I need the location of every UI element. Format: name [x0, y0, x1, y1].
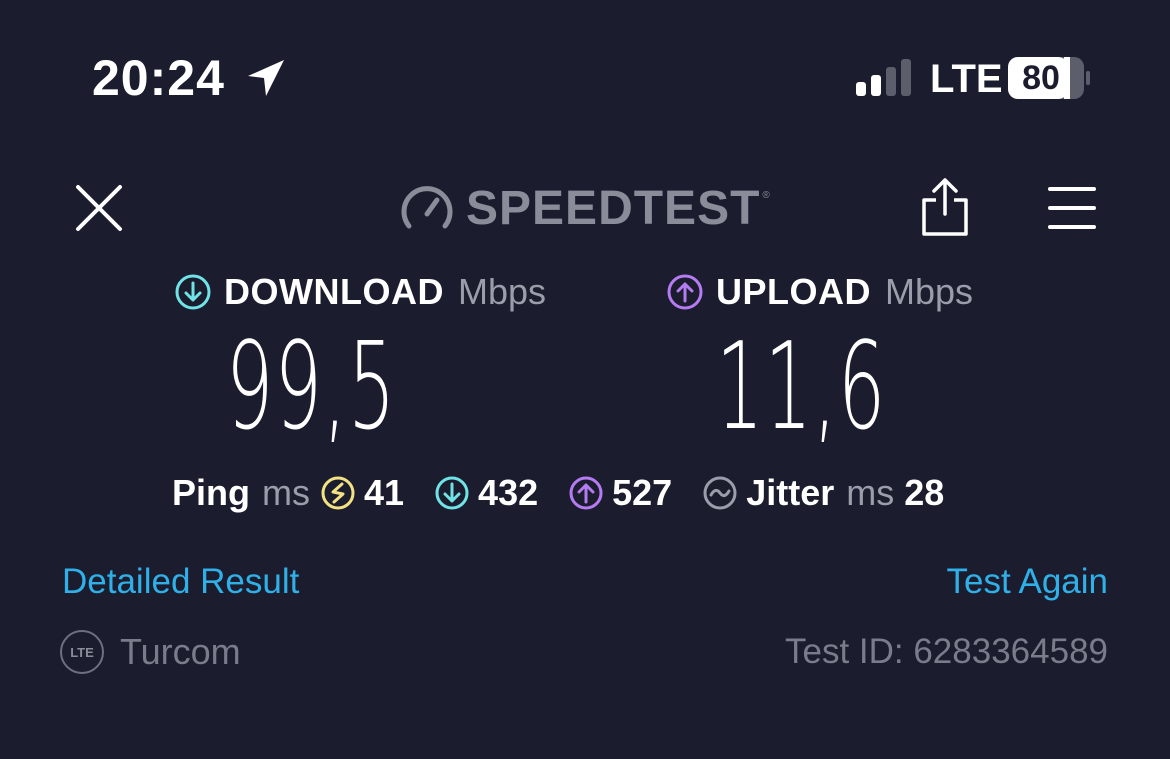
- speedtest-logo: SPEEDTEST ®: [400, 182, 770, 236]
- download-arrow-icon: [175, 274, 211, 310]
- battery-indicator: 80: [1008, 57, 1090, 99]
- network-type: LTE: [930, 57, 1003, 101]
- ping-download-value: 432: [478, 472, 539, 513]
- idle-latency-icon: [321, 476, 355, 510]
- jitter-icon: [703, 476, 737, 510]
- battery-level: 80: [1022, 59, 1060, 97]
- network-badge: LTE: [60, 630, 104, 674]
- jitter-label: Jitter: [746, 472, 835, 513]
- upload-label: UPLOAD: [716, 271, 871, 312]
- share-icon[interactable]: [918, 176, 972, 238]
- test-id: Test ID: 6283364589: [784, 632, 1108, 671]
- download-header: DOWNLOAD Mbps: [174, 270, 546, 314]
- download-latency-icon: [435, 476, 469, 510]
- status-time: 20:24: [92, 50, 225, 106]
- download-value: 99,5: [226, 318, 397, 457]
- provider-info: LTE Turcom: [60, 628, 241, 676]
- close-icon[interactable]: [74, 183, 124, 233]
- jitter-unit: ms: [846, 472, 895, 513]
- ping-upload-value: 527: [612, 472, 673, 513]
- location-arrow-icon: [248, 60, 284, 96]
- ping-row: Ping ms 41 432 527 Jitter ms 28: [172, 470, 944, 516]
- ping-label: Ping: [172, 472, 250, 513]
- jitter-value: 28: [904, 472, 945, 513]
- upload-unit: Mbps: [885, 271, 974, 312]
- ping-idle-value: 41: [364, 472, 405, 513]
- upload-value: 11,6: [716, 318, 887, 457]
- cellular-signal-icon: [856, 59, 911, 96]
- test-again-link[interactable]: Test Again: [947, 560, 1109, 604]
- logo-trademark: ®: [762, 190, 770, 201]
- upload-latency-icon: [569, 476, 603, 510]
- upload-header: UPLOAD Mbps: [666, 270, 973, 314]
- menu-icon[interactable]: [1046, 183, 1098, 233]
- download-unit: Mbps: [457, 271, 546, 312]
- ping-unit: ms: [262, 472, 310, 513]
- upload-arrow-icon: [667, 274, 703, 310]
- speedometer-icon: [401, 186, 453, 229]
- provider-name: Turcom: [120, 631, 241, 672]
- logo-text: SPEEDTEST: [466, 182, 761, 235]
- detailed-result-link[interactable]: Detailed Result: [62, 560, 299, 604]
- download-label: DOWNLOAD: [224, 271, 444, 312]
